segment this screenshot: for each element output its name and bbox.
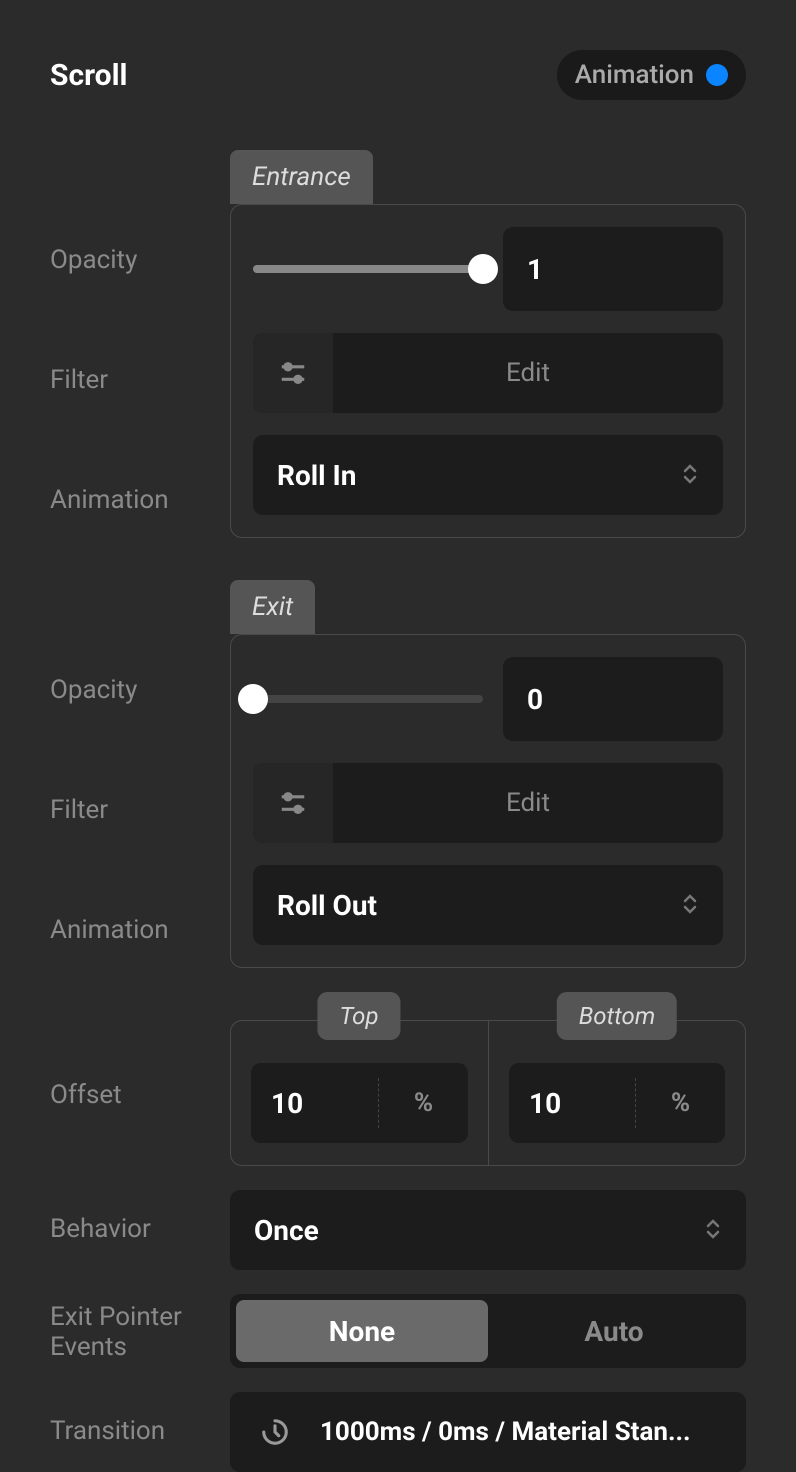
entrance-group: 1 Edit Roll In: [230, 204, 746, 538]
offset-bottom-tab: Bottom: [557, 992, 677, 1040]
exit-animation-value: Roll Out: [277, 889, 377, 922]
behavior-select[interactable]: Once: [230, 1190, 746, 1270]
panel-title: Scroll: [50, 58, 127, 93]
exit-animation-label: Animation: [50, 880, 230, 980]
animation-pill-label: Animation: [575, 60, 694, 90]
exit-pointer-segmented[interactable]: None Auto: [230, 1294, 746, 1368]
exit-tab[interactable]: Exit: [230, 580, 315, 634]
offset-top-tab: Top: [317, 992, 400, 1040]
entrance-animation-select[interactable]: Roll In: [253, 435, 723, 515]
offset-top-unit[interactable]: %: [378, 1078, 468, 1128]
entrance-opacity-input[interactable]: 1: [503, 227, 723, 311]
entrance-animation-label: Animation: [50, 450, 230, 550]
exit-pointer-auto[interactable]: Auto: [488, 1300, 740, 1362]
offset-bottom-unit[interactable]: %: [635, 1078, 725, 1128]
exit-filter-edit-label: Edit: [333, 788, 723, 818]
exit-opacity-input[interactable]: 0: [503, 657, 723, 741]
chevron-updown-icon: [704, 1216, 722, 1245]
offset-label: Offset: [50, 1020, 230, 1110]
offset-top-box: 10 %: [230, 1020, 488, 1166]
transition-value: 1000ms / 0ms / Material Stan...: [320, 1417, 746, 1447]
entrance-filter-edit-button[interactable]: Edit: [253, 333, 723, 413]
entrance-filter-label: Filter: [50, 330, 230, 430]
sliders-icon: [253, 763, 333, 843]
entrance-opacity-label: Opacity: [50, 210, 230, 310]
exit-filter-label: Filter: [50, 760, 230, 860]
entrance-tab[interactable]: Entrance: [230, 150, 373, 204]
behavior-value: Once: [254, 1214, 319, 1247]
transition-button[interactable]: 1000ms / 0ms / Material Stan...: [230, 1392, 746, 1472]
exit-animation-select[interactable]: Roll Out: [253, 865, 723, 945]
offset-bottom-input[interactable]: 10 %: [509, 1063, 725, 1143]
transition-label: Transition: [50, 1392, 230, 1446]
exit-pointer-none[interactable]: None: [236, 1300, 488, 1362]
entrance-filter-edit-label: Edit: [333, 358, 723, 388]
entrance-animation-value: Roll In: [277, 459, 356, 492]
animation-status-dot: [706, 64, 728, 86]
offset-bottom-box: 10 %: [488, 1020, 746, 1166]
exit-opacity-slider[interactable]: [253, 695, 483, 703]
chevron-updown-icon: [681, 891, 699, 920]
exit-opacity-label: Opacity: [50, 640, 230, 740]
chevron-updown-icon: [681, 461, 699, 490]
animation-toggle-pill[interactable]: Animation: [557, 50, 746, 100]
offset-bottom-value: 10: [509, 1087, 635, 1120]
exit-group: 0 Edit Roll Out: [230, 634, 746, 968]
offset-top-input[interactable]: 10 %: [251, 1063, 468, 1143]
offset-top-value: 10: [251, 1087, 378, 1120]
timer-icon: [230, 1392, 320, 1472]
behavior-label: Behavior: [50, 1190, 230, 1244]
exit-filter-edit-button[interactable]: Edit: [253, 763, 723, 843]
exit-pointer-label: Exit Pointer Events: [50, 1294, 230, 1362]
sliders-icon: [253, 333, 333, 413]
entrance-opacity-slider[interactable]: [253, 265, 483, 273]
